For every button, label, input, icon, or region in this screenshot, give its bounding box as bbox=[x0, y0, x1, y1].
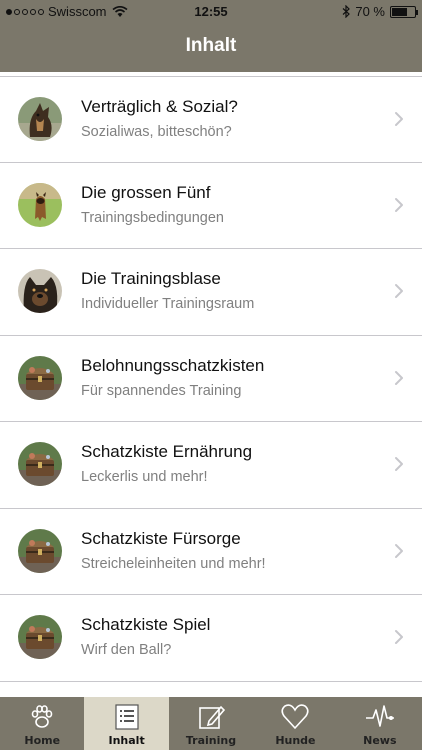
paw-icon bbox=[27, 702, 57, 732]
tab-label: News bbox=[363, 734, 397, 747]
tab-label: Home bbox=[24, 734, 61, 747]
heart-icon bbox=[280, 702, 310, 732]
chevron-right-icon bbox=[395, 543, 403, 558]
battery-icon bbox=[390, 5, 418, 18]
page-title: Inhalt bbox=[185, 35, 237, 56]
avatar bbox=[18, 355, 62, 400]
avatar bbox=[18, 97, 62, 141]
list-item-subtitle: Trainingsbedingungen bbox=[81, 209, 224, 226]
tab-inhalt[interactable]: Inhalt bbox=[84, 697, 169, 750]
list-item[interactable]: Die grossen Fünf Trainingsbedingungen bbox=[0, 162, 422, 249]
list-item-title: Schatzkiste Ernährung bbox=[81, 442, 253, 461]
chevron-right-icon bbox=[395, 457, 403, 471]
list-item-subtitle: Sozialiwas, bitteschön? bbox=[81, 124, 232, 140]
tab-label: Hunde bbox=[275, 734, 316, 747]
tab-training[interactable]: Training bbox=[168, 697, 254, 750]
list-item-title: Die Trainingsblase bbox=[81, 269, 221, 288]
content-list: Verträglich & Sozial? Sozialiwas, bittesc… bbox=[0, 76, 422, 682]
bluetooth-icon bbox=[342, 5, 351, 18]
avatar bbox=[18, 269, 62, 313]
list-item-subtitle: Leckerlis und mehr! bbox=[81, 469, 208, 485]
chevron-right-icon bbox=[395, 630, 403, 644]
tab-news[interactable]: News bbox=[337, 697, 422, 750]
list-item[interactable]: Die Trainingsblase Individueller Training… bbox=[0, 249, 422, 336]
avatar bbox=[18, 442, 62, 486]
tab-hunde[interactable]: Hunde bbox=[253, 697, 338, 750]
list-item[interactable]: Schatzkiste Ernährung Leckerlis und mehr! bbox=[0, 422, 422, 509]
tab-label: Training bbox=[185, 734, 237, 747]
navigation-header: Swisscom 12:55 70 % Inhalt bbox=[0, 0, 422, 72]
list-item[interactable]: Belohnungsschatzkisten Für spannendes Tra… bbox=[0, 335, 422, 422]
list-item[interactable]: Verträglich & Sozial? Sozialiwas, bittesc… bbox=[0, 76, 422, 163]
list-item-title: Schatzkiste Spiel bbox=[81, 615, 211, 634]
chevron-right-icon bbox=[395, 197, 403, 212]
list-item-title: Schatzkiste Fürsorge bbox=[81, 528, 241, 548]
avatar bbox=[18, 182, 62, 227]
list-icon bbox=[112, 702, 142, 732]
list-item-subtitle: Wirf den Ball? bbox=[81, 642, 172, 658]
tab-home[interactable]: Home bbox=[0, 697, 85, 750]
list-item[interactable]: Schatzkiste Spiel Wirf den Ball? bbox=[0, 595, 422, 682]
chevron-right-icon bbox=[395, 284, 403, 298]
tab-label: Inhalt bbox=[108, 734, 145, 747]
list-item-title: Die grossen Fünf bbox=[81, 182, 211, 202]
pulse-icon bbox=[365, 702, 395, 732]
avatar bbox=[18, 615, 62, 659]
avatar bbox=[18, 528, 62, 573]
status-right: 70 % bbox=[342, 4, 418, 19]
list-item[interactable]: Schatzkiste Fürsorge Streicheleinheiten u… bbox=[0, 508, 422, 595]
edit-icon bbox=[196, 702, 226, 732]
battery-percent: 70 % bbox=[355, 4, 385, 19]
tab-bar: Home Inhalt Training Hunde News bbox=[0, 697, 422, 750]
list-item-subtitle: Streicheleinheiten und mehr! bbox=[81, 555, 266, 572]
list-item-subtitle: Individueller Trainingsraum bbox=[81, 296, 255, 312]
chevron-right-icon bbox=[395, 112, 403, 126]
list-item-title: Belohnungsschatzkisten bbox=[81, 355, 265, 375]
status-bar: Swisscom 12:55 70 % bbox=[0, 0, 422, 24]
chevron-right-icon bbox=[395, 370, 403, 385]
list-item-subtitle: Für spannendes Training bbox=[81, 382, 242, 399]
list-item-title: Verträglich & Sozial? bbox=[81, 97, 238, 116]
